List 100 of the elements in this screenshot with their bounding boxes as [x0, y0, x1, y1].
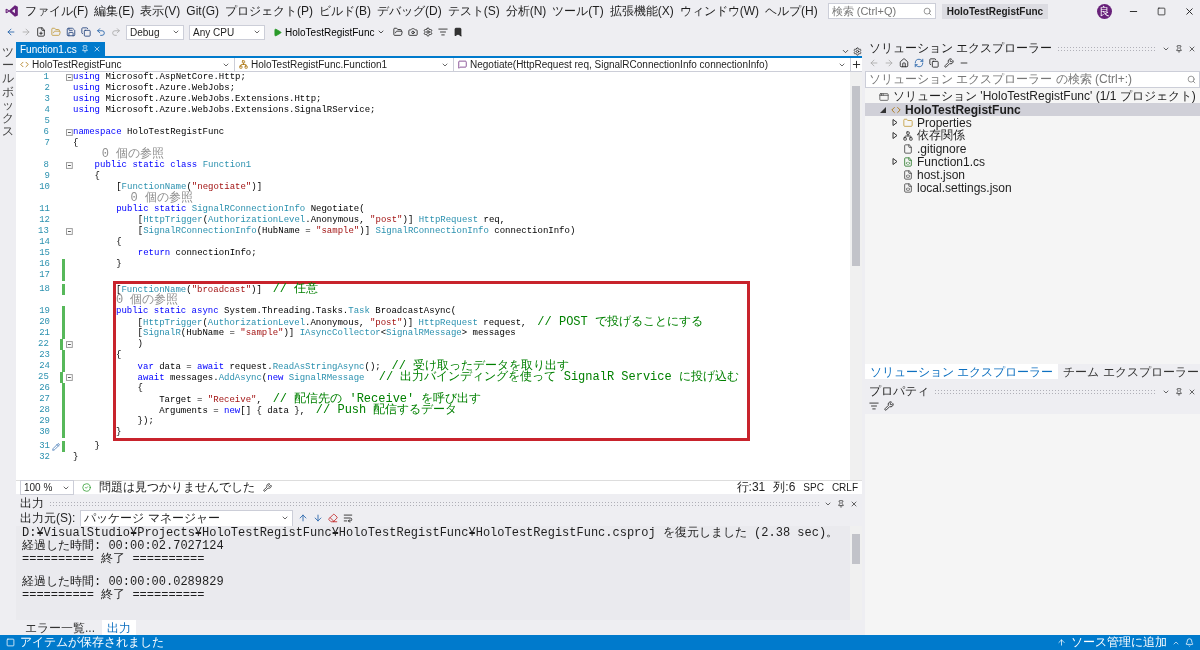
- platform-dropdown[interactable]: Any CPU: [189, 24, 265, 40]
- search-field[interactable]: ソリューション エクスプローラー の検索 (Ctrl+:): [865, 71, 1200, 88]
- line-number: 17: [38, 270, 50, 281]
- close-icon[interactable]: [1184, 5, 1195, 17]
- expand-arrow-icon[interactable]: [892, 119, 898, 126]
- toolbox-tab[interactable]: ツールボックス: [2, 46, 14, 139]
- code-line: public static async System.Threading.Tasks.Task BroadcastAsync(: [116, 306, 458, 317]
- project-dropdown[interactable]: HoloTestRegistFunc: [16, 58, 235, 71]
- tab-list-icon[interactable]: [841, 47, 850, 56]
- tree-label: host.json: [917, 167, 966, 182]
- code-line: {: [136, 383, 144, 394]
- tree-item[interactable]: Properties: [865, 116, 1200, 129]
- folder-icon[interactable]: [393, 27, 404, 37]
- code-line: Arguments = new[] { data }, // Push 配信するデータ: [158, 405, 459, 416]
- solution-title: HoloTestRegistFunc: [941, 3, 1049, 19]
- new-file-icon[interactable]: [36, 27, 46, 37]
- bookmark-icon[interactable]: [453, 27, 464, 37]
- wrench-icon[interactable]: [944, 58, 954, 68]
- search-icon: [1187, 75, 1196, 84]
- collapse-icon[interactable]: [66, 162, 73, 169]
- tree-item[interactable]: 依存関係: [865, 129, 1200, 142]
- collapse-icon[interactable]: [66, 74, 73, 81]
- expand-arrow-icon[interactable]: [892, 158, 898, 165]
- home-icon[interactable]: [899, 58, 909, 68]
- clear-icon[interactable]: [328, 513, 339, 523]
- up-arrow-icon: [1057, 638, 1066, 647]
- menu-item[interactable]: デバッグ(D): [377, 2, 442, 20]
- code-line: });: [136, 416, 155, 427]
- tree-item[interactable]: .gitignore: [865, 142, 1200, 155]
- next-icon[interactable]: [313, 513, 324, 523]
- menu-item[interactable]: Git(G): [186, 4, 219, 18]
- settings-icon[interactable]: [853, 47, 862, 56]
- refresh-icon[interactable]: [914, 58, 924, 68]
- line-number: 32: [38, 452, 50, 463]
- configuration-dropdown[interactable]: Debug: [126, 24, 184, 40]
- list-icon[interactable]: [438, 27, 449, 37]
- type-dropdown[interactable]: HoloTestRegistFunc.Function1: [235, 58, 454, 71]
- expand-arrow-icon[interactable]: [892, 132, 898, 139]
- line-number: 2: [43, 83, 50, 94]
- menu-item[interactable]: ヘルプ(H): [765, 2, 818, 20]
- menu-item[interactable]: テスト(S): [447, 2, 500, 20]
- panel-title: 出力: [20, 495, 44, 512]
- copy-icon[interactable]: [929, 58, 939, 68]
- member-dropdown[interactable]: Negotiate(HttpRequest req, SignalRConnectionInfo connectionInfo): [454, 58, 851, 71]
- scrollbar[interactable]: [850, 72, 862, 480]
- close-icon[interactable]: [1188, 44, 1196, 53]
- close-icon[interactable]: [1188, 387, 1196, 396]
- menu-item[interactable]: ツール(T): [552, 2, 604, 20]
- panel-title: プロパティ: [869, 383, 929, 400]
- tree-item[interactable]: local.settings.json: [865, 181, 1200, 194]
- caret-icon: [253, 28, 261, 36]
- save-icon[interactable]: [66, 27, 76, 37]
- collapse-arrow-icon[interactable]: [880, 106, 886, 113]
- collapse-icon[interactable]: [66, 374, 73, 381]
- panel-tab[interactable]: ソリューション エクスプローラー: [865, 364, 1059, 379]
- restore-icon[interactable]: [1157, 6, 1166, 16]
- vs-logo-icon: [5, 4, 19, 18]
- pin-icon[interactable]: [837, 499, 845, 508]
- tree-item[interactable]: host.json: [865, 168, 1200, 181]
- run-button[interactable]: HoloTestRegistFunc: [270, 26, 389, 38]
- menu-item[interactable]: 表示(V): [140, 2, 181, 20]
- wrench-icon[interactable]: [884, 401, 894, 411]
- collapse-icon[interactable]: [66, 341, 73, 348]
- menu-item[interactable]: 拡張機能(X): [609, 2, 674, 20]
- source-control-button[interactable]: ソース管理に追加: [1071, 634, 1167, 650]
- word-wrap-icon[interactable]: [343, 513, 354, 523]
- tree-label: local.settings.json: [917, 180, 1012, 195]
- pin-icon[interactable]: [80, 45, 89, 53]
- pin-icon[interactable]: [1175, 387, 1183, 396]
- pin-icon[interactable]: [1175, 44, 1183, 53]
- camera-icon[interactable]: [408, 27, 419, 37]
- tree-item[interactable]: Function1.cs: [865, 155, 1200, 168]
- tree-item[interactable]: HoloTestRegistFunc: [865, 103, 1200, 116]
- notification-icon[interactable]: [1185, 638, 1194, 647]
- undo-icon[interactable]: [96, 27, 106, 37]
- menu-item[interactable]: ビルド(B): [319, 2, 371, 20]
- caret-icon: [281, 514, 290, 522]
- settings-icon[interactable]: [423, 27, 434, 37]
- menu-item[interactable]: ウィンドウ(W): [679, 2, 759, 20]
- collapse-icon[interactable]: [66, 228, 73, 235]
- source-dropdown[interactable]: パッケージ マネージャー: [80, 509, 294, 527]
- menu-item[interactable]: ファイル(F): [25, 2, 89, 20]
- code-line: using Microsoft.Azure.WebJobs.Extensions.SignalRService;: [73, 105, 377, 116]
- document-tab[interactable]: Function1.cs: [16, 42, 105, 56]
- zoom-dropdown[interactable]: 100 %: [20, 480, 74, 495]
- code-line: {: [115, 237, 123, 248]
- search-field[interactable]: 検索 (Ctrl+Q): [827, 3, 936, 19]
- panel-tab[interactable]: チーム エクスプローラー: [1058, 364, 1200, 379]
- back-icon[interactable]: [6, 27, 16, 37]
- panel-tab[interactable]: エラー一覧...: [20, 620, 100, 635]
- close-icon[interactable]: [850, 499, 858, 508]
- panel-tab[interactable]: 出力: [102, 620, 136, 635]
- menu-item[interactable]: プロジェクト(P): [225, 2, 313, 20]
- panel-title: ソリューション エクスプローラー: [869, 40, 1053, 57]
- menu-item[interactable]: 分析(N): [505, 2, 547, 20]
- menu-item[interactable]: 編集(E): [94, 2, 135, 20]
- tree-item[interactable]: ソリューション 'HoloTestRegistFunc' (1/1 プロジェクト): [865, 90, 1200, 103]
- previous-icon[interactable]: [298, 513, 309, 523]
- user-avatar[interactable]: 良: [1097, 3, 1112, 19]
- collapse-icon[interactable]: [66, 129, 73, 136]
